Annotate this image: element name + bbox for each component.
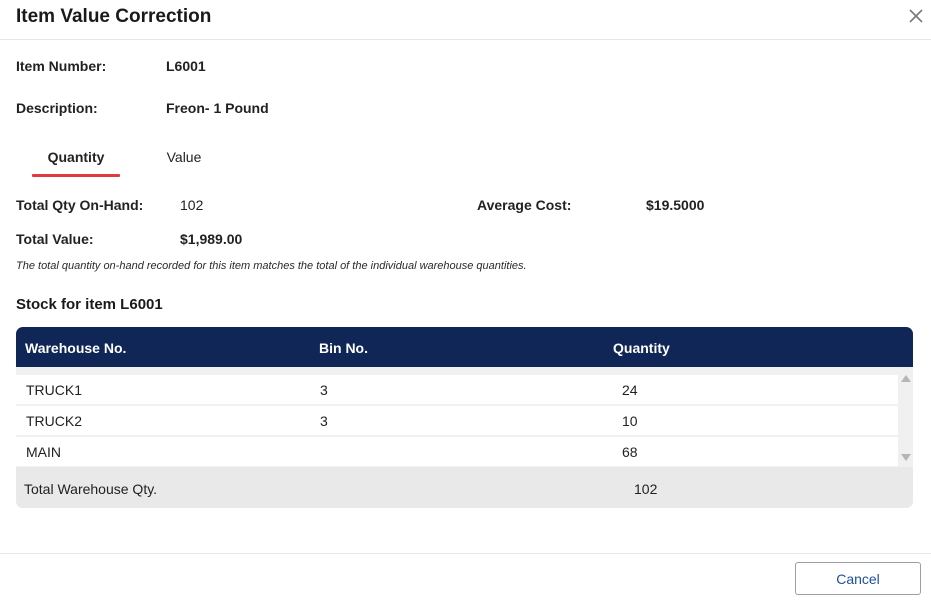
- table-row[interactable]: TRUCK1 3 24: [16, 375, 898, 404]
- column-header-quantity[interactable]: Quantity: [613, 340, 670, 356]
- warehouse-cell: TRUCK2: [26, 413, 83, 429]
- table-row[interactable]: MAIN 68: [16, 437, 898, 466]
- scroll-up-arrow-icon[interactable]: [901, 375, 911, 382]
- table-header: Warehouse No. Bin No. Quantity: [16, 327, 913, 367]
- description-value: Freon- 1 Pound: [166, 100, 269, 116]
- bin-cell: 3: [320, 413, 328, 429]
- column-header-bin[interactable]: Bin No.: [319, 340, 368, 356]
- table-scrollbar[interactable]: [898, 367, 913, 467]
- close-icon[interactable]: [906, 6, 926, 26]
- active-tab-indicator: [32, 174, 120, 177]
- total-qty-label: Total Qty On-Hand:: [16, 197, 144, 213]
- total-warehouse-qty-label: Total Warehouse Qty.: [24, 481, 158, 497]
- total-value-label: Total Value:: [16, 231, 94, 247]
- dialog-header: Item Value Correction: [0, 0, 931, 40]
- quantity-match-note: The total quantity on-hand recorded for …: [16, 260, 527, 272]
- stock-section-title: Stock for item L6001: [16, 296, 163, 313]
- warehouse-cell: MAIN: [26, 444, 61, 460]
- dialog-title: Item Value Correction: [16, 6, 212, 27]
- quantity-cell: 10: [622, 413, 638, 429]
- table-row[interactable]: TRUCK2 3 10: [16, 406, 898, 435]
- item-number-label: Item Number:: [16, 58, 107, 74]
- quantity-cell: 68: [622, 444, 638, 460]
- total-warehouse-qty-value: 102: [634, 481, 658, 497]
- footer-divider: [0, 553, 931, 554]
- total-value-value: $1,989.00: [180, 231, 243, 247]
- stock-table: Warehouse No. Bin No. Quantity TRUCK1 3 …: [16, 327, 913, 508]
- warehouse-cell: TRUCK1: [26, 382, 83, 398]
- scroll-down-arrow-icon[interactable]: [901, 454, 911, 461]
- item-number-value: L6001: [166, 58, 206, 74]
- description-label: Description:: [16, 100, 98, 116]
- table-body: TRUCK1 3 24 TRUCK2 3 10 MAIN 68: [16, 367, 913, 467]
- table-footer: Total Warehouse Qty. 102: [16, 467, 913, 508]
- cancel-button[interactable]: Cancel: [795, 562, 921, 595]
- average-cost-label: Average Cost:: [477, 197, 572, 213]
- bin-cell: 3: [320, 382, 328, 398]
- total-qty-value: 102: [180, 197, 204, 213]
- tab-value[interactable]: Value: [150, 149, 218, 179]
- column-header-warehouse[interactable]: Warehouse No.: [25, 340, 126, 356]
- average-cost-value: $19.5000: [646, 197, 705, 213]
- quantity-cell: 24: [622, 382, 638, 398]
